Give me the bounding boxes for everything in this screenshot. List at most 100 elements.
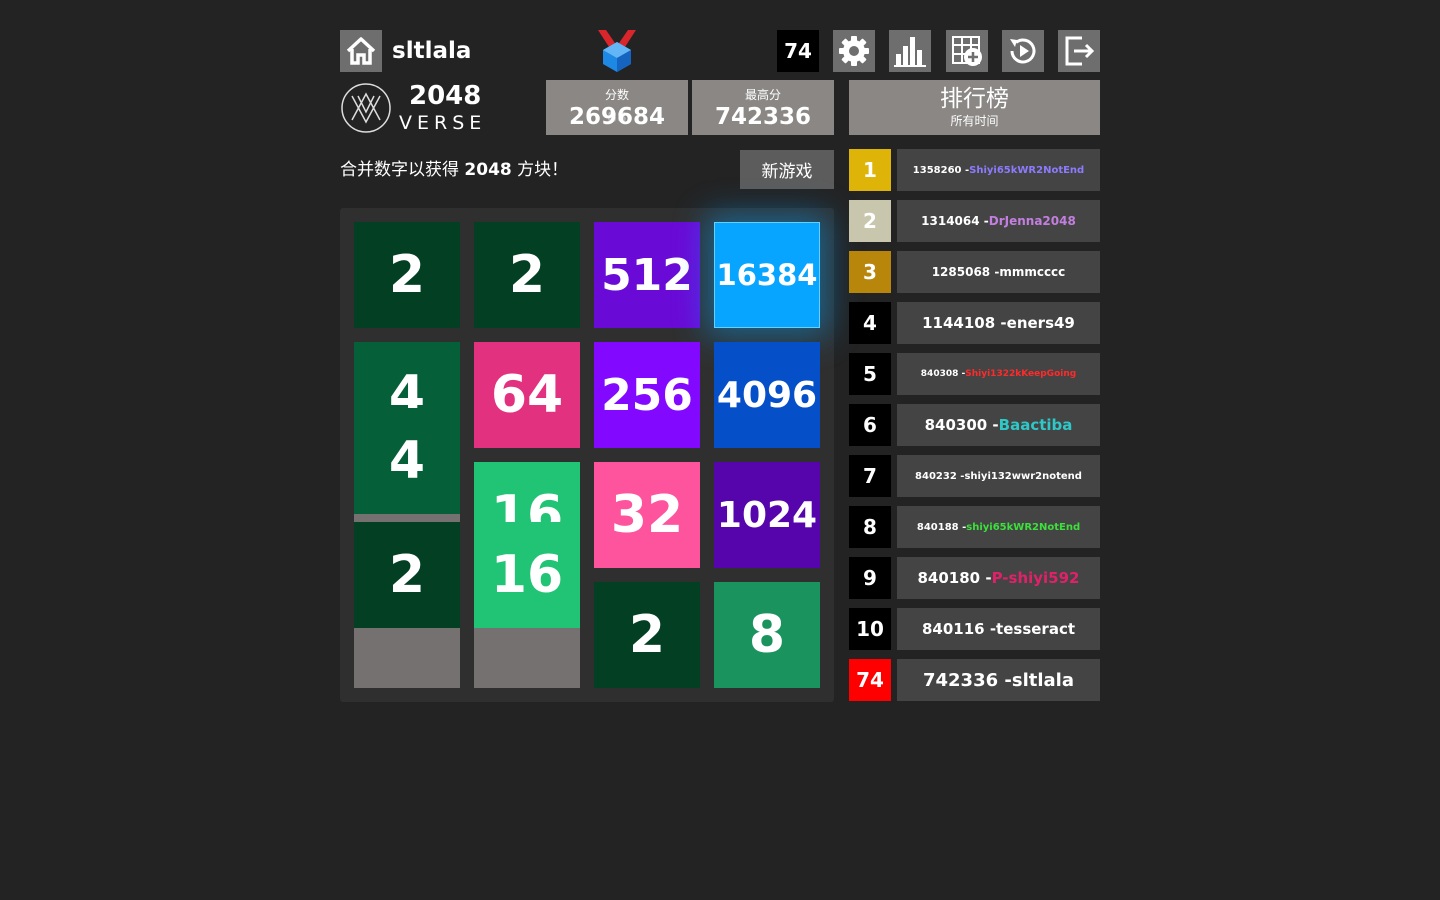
leaderboard-entry: 840180 - P-shiyi592 [897, 557, 1100, 599]
username[interactable]: sltlala [392, 36, 471, 66]
leaderboard-score: 1314064 - [921, 214, 989, 228]
replay-icon [1010, 38, 1036, 64]
leaderboard-header[interactable]: 排行榜 所有时间 [849, 80, 1100, 135]
leaderboard-player-name[interactable]: Shiyi1322kKeepGoing [965, 369, 1076, 379]
tile: 16384 [714, 222, 820, 328]
tile: 256 [594, 342, 700, 448]
logo-subtitle: VERSE [399, 112, 487, 134]
leaderboard-row[interactable]: 9 840180 - P-shiyi592 [849, 557, 1100, 599]
leaderboard-row[interactable]: 8 840188 - shiyi65kWR2NotEnd [849, 506, 1100, 548]
leaderboard-score: 840232 - [915, 470, 965, 482]
settings-button[interactable] [833, 30, 875, 72]
leaderboard-row[interactable]: 3 1285068 - mmmcccc [849, 251, 1100, 293]
leaderboard-rank: 6 [849, 404, 891, 446]
leaderboard-score: 840308 - [920, 369, 966, 379]
tile: 4 [354, 408, 460, 514]
game-intro: 合并数字以获得 2048 方块！ [340, 158, 568, 182]
tile: 2 [594, 582, 700, 688]
tile: 2 [474, 222, 580, 328]
leaderboard-row[interactable]: 5 840308 - Shiyi1322kKeepGoing [849, 353, 1100, 395]
leaderboard-row[interactable]: 74 742336 - sltlala [849, 659, 1100, 701]
score-addition: 88 [607, 110, 627, 126]
home-button[interactable] [340, 30, 382, 72]
player-rank-badge[interactable]: 74 [777, 30, 819, 72]
score-box: 分数 269684 88 [546, 80, 688, 135]
home-icon [346, 37, 376, 65]
tile: 4096 [714, 342, 820, 448]
logout-icon [1065, 36, 1095, 66]
leaderboard-score: 840180 - [917, 569, 992, 587]
tile: 2 [354, 522, 460, 628]
leaderboard-entry: 742336 - sltlala [897, 659, 1100, 701]
leaderboard-rank: 8 [849, 506, 891, 548]
leaderboard-player-name[interactable]: shiyi65kWR2NotEnd [966, 522, 1080, 533]
leaderboard-player-name[interactable]: P-shiyi592 [992, 569, 1080, 587]
leaderboard-player-name[interactable]: Shiyi65kWR2NotEnd [969, 165, 1084, 176]
leaderboard-score: 742336 - [922, 669, 1012, 691]
best-value: 742336 [714, 104, 812, 130]
leaderboard-entry: 840232 - shiyi132wwr2notend [897, 455, 1100, 497]
leaderboard-rank: 7 [849, 455, 891, 497]
leaderboard-player-name[interactable]: tesseract [996, 620, 1075, 638]
leaderboard-rank: 74 [849, 659, 891, 701]
leaderboard-rank: 2 [849, 200, 891, 242]
replay-button[interactable] [1002, 30, 1044, 72]
leaderboard-title: 排行榜 [940, 86, 1009, 112]
tile: 32 [594, 462, 700, 568]
stats-button[interactable] [889, 30, 931, 72]
score-label: 分数 [604, 88, 629, 102]
leaderboard-player-name[interactable]: DrJenna2048 [989, 214, 1076, 228]
logout-button[interactable] [1058, 30, 1100, 72]
leaderboard-score: 840188 - [916, 521, 967, 533]
logo-icon [340, 82, 392, 134]
leaderboard-row[interactable]: 4 1144108 - eners49 [849, 302, 1100, 344]
intro-prefix: 合并数字以获得 [340, 160, 465, 180]
leaderboard-player-name[interactable]: eners49 [1007, 314, 1075, 332]
bar-chart-icon [894, 37, 926, 67]
leaderboard-player-name[interactable]: Baactiba [999, 416, 1073, 434]
new-board-button[interactable] [946, 30, 988, 72]
leaderboard-entry: 1314064 - DrJenna2048 [897, 200, 1100, 242]
leaderboard-row[interactable]: 1 1358260 - Shiyi65kWR2NotEnd [849, 149, 1100, 191]
tile: 16 [474, 522, 580, 628]
rank-medal-icon [596, 28, 638, 74]
tile: 1024 [714, 462, 820, 568]
intro-suffix: 方块！ [511, 160, 569, 180]
best-score-box: 最高分 742336 [692, 80, 834, 135]
leaderboard-score: 1358260 - [912, 164, 970, 176]
leaderboard-entry: 1285068 - mmmcccc [897, 251, 1100, 293]
tile: 512 [594, 222, 700, 328]
tile: 2 [354, 222, 460, 328]
leaderboard-player-name[interactable]: sltlala [1012, 670, 1074, 691]
leaderboard-row[interactable]: 10 840116 - tesseract [849, 608, 1100, 650]
tile: 8 [714, 582, 820, 688]
leaderboard-entry: 840308 - Shiyi1322kKeepGoing [897, 353, 1100, 395]
leaderboard-rank: 5 [849, 353, 891, 395]
leaderboard-entry: 1358260 - Shiyi65kWR2NotEnd [897, 149, 1100, 191]
leaderboard-period: 所有时间 [950, 114, 999, 128]
leaderboard-entry: 840188 - shiyi65kWR2NotEnd [897, 506, 1100, 548]
tile: 64 [474, 342, 580, 448]
leaderboard-entry: 840300 - Baactiba [897, 404, 1100, 446]
leaderboard-player-name[interactable]: mmmcccc [999, 265, 1065, 279]
gear-icon [839, 36, 869, 66]
leaderboard-player-name[interactable]: shiyi132wwr2notend [964, 471, 1082, 482]
leaderboard-rank: 3 [849, 251, 891, 293]
leaderboard-rank: 1 [849, 149, 891, 191]
leaderboard-rank: 4 [849, 302, 891, 344]
leaderboard-row[interactable]: 7 840232 - shiyi132wwr2notend [849, 455, 1100, 497]
intro-target: 2048 [464, 160, 512, 180]
best-label: 最高分 [744, 88, 781, 102]
leaderboard-entry: 1144108 - eners49 [897, 302, 1100, 344]
leaderboard-entry: 840116 - tesseract [897, 608, 1100, 650]
logo-title: 2048 [409, 81, 482, 111]
leaderboard-row[interactable]: 6 840300 - Baactiba [849, 404, 1100, 446]
new-game-button[interactable]: 新游戏 [740, 150, 834, 189]
leaderboard-rank: 10 [849, 608, 891, 650]
leaderboard-score: 1285068 - [931, 265, 1000, 279]
leaderboard-row[interactable]: 2 1314064 - DrJenna2048 [849, 200, 1100, 242]
grid-plus-icon [952, 36, 982, 66]
leaderboard-score: 840300 - [924, 416, 999, 434]
game-board[interactable]: 2 2 512 16384 4 64 256 4096 4 16 32 1024 2 16 2 8 [340, 208, 834, 702]
leaderboard-score: 840116 - [921, 620, 997, 638]
